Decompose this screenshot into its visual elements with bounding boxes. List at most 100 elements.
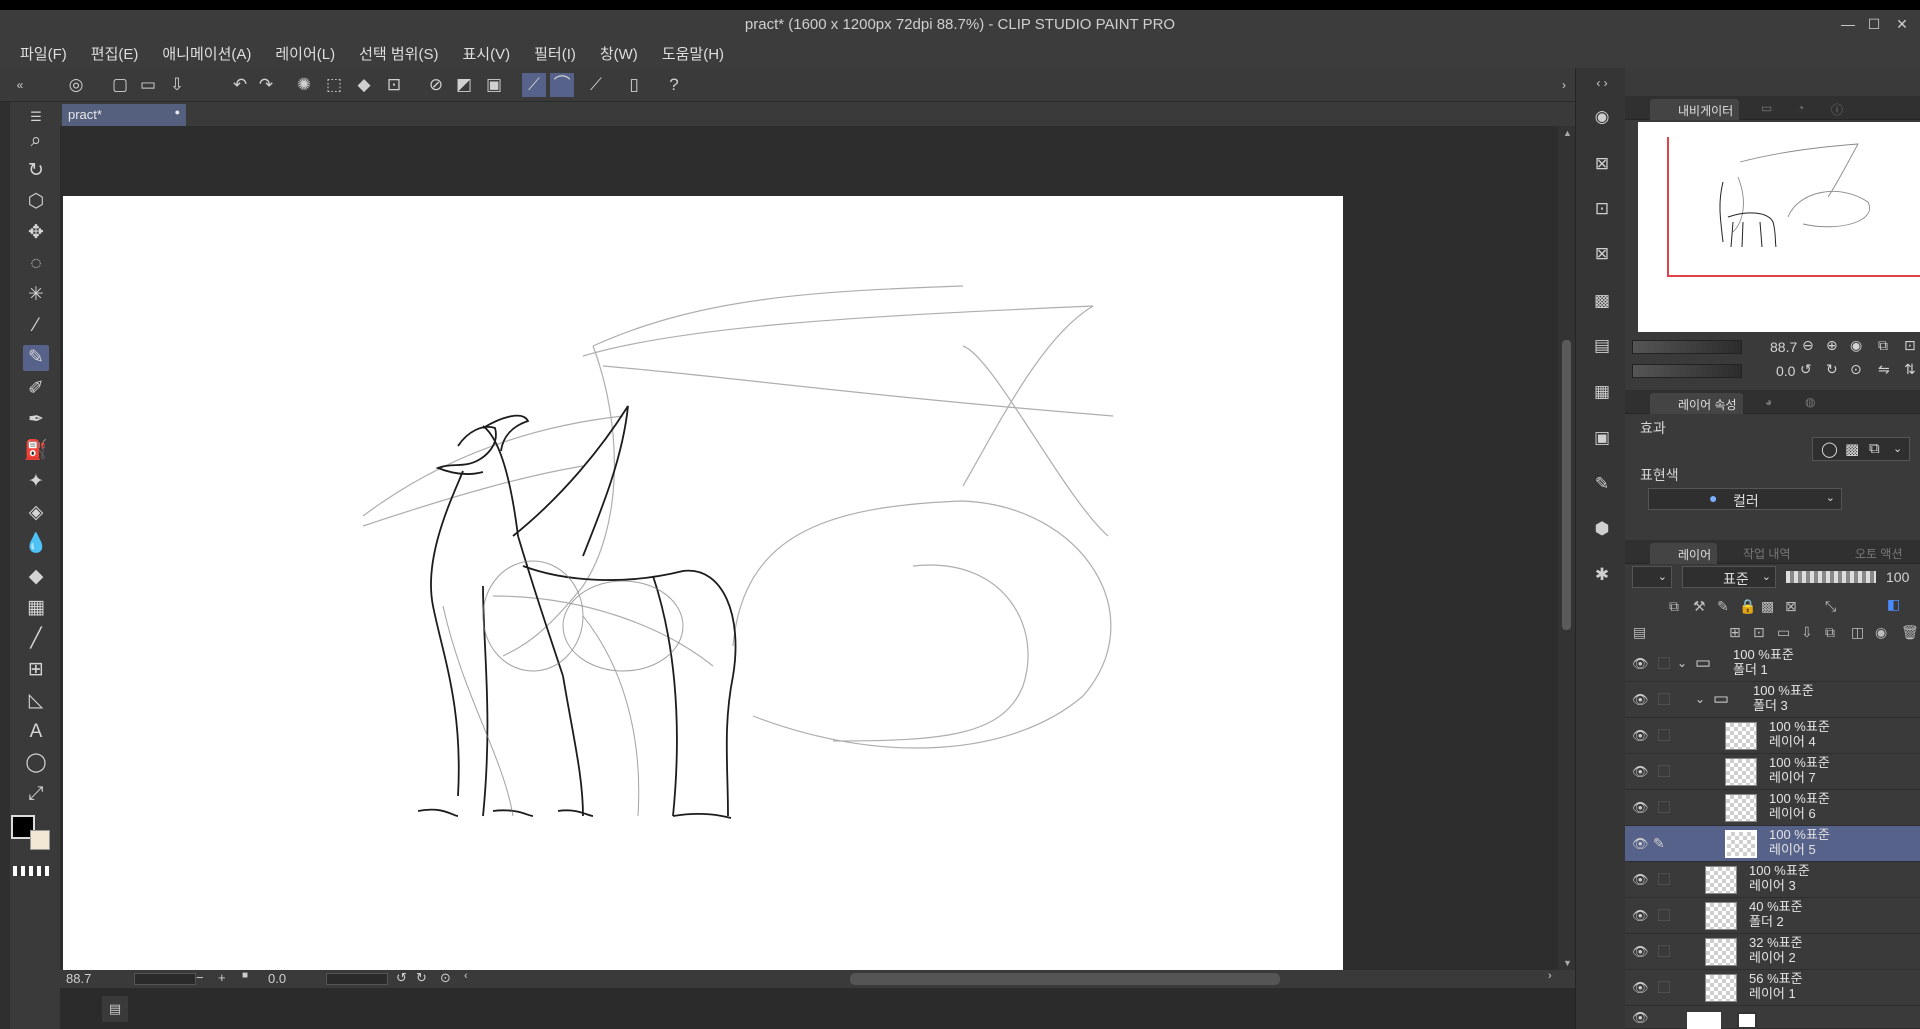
- eyedropper-icon[interactable]: ⁄: [23, 313, 49, 339]
- close-icon[interactable]: ✕: [1892, 14, 1912, 34]
- mask-icon[interactable]: ⊠: [1785, 598, 1797, 615]
- layer-row[interactable]: 👁 ⌄ ▭ 100 %표준 폴더 3: [1625, 682, 1920, 718]
- scroll-down-icon[interactable]: ▼: [1563, 958, 1572, 968]
- new-raster-layer-icon[interactable]: ⊞: [1729, 624, 1741, 641]
- vertical-scroll-thumb[interactable]: [1562, 340, 1571, 630]
- horizontal-scroll-thumb[interactable]: [850, 973, 1280, 985]
- zoom-value[interactable]: 88.7: [66, 971, 91, 986]
- page-icon[interactable]: ▤: [1589, 333, 1615, 359]
- redo-icon[interactable]: ↷: [254, 73, 278, 97]
- chevron-down-icon[interactable]: ⌄: [1695, 692, 1705, 706]
- minimize-icon[interactable]: —: [1838, 14, 1858, 34]
- blend-mode-dropdown[interactable]: 표준 ⌄: [1682, 566, 1776, 588]
- frame-icon[interactable]: ▣: [482, 73, 506, 97]
- lock-checkbox[interactable]: [1658, 945, 1670, 957]
- object-icon[interactable]: ⬡: [23, 189, 49, 215]
- eye-icon[interactable]: 👁: [1632, 692, 1649, 708]
- crop-icon[interactable]: ⊘: [424, 73, 448, 97]
- opacity-value[interactable]: 100: [1886, 569, 1909, 585]
- fill-icon[interactable]: ◆: [352, 73, 376, 97]
- snap-ruler-icon[interactable]: ⟋: [522, 73, 546, 97]
- lock-checkbox[interactable]: [1658, 873, 1670, 885]
- navigator-rotation-value[interactable]: 0.0: [1776, 363, 1795, 379]
- clip-below-icon[interactable]: ⧉: [1669, 598, 1679, 615]
- rotate-left-icon[interactable]: ↺: [396, 970, 407, 986]
- undo-icon[interactable]: ↶: [228, 73, 252, 97]
- edit-icon[interactable]: ✎: [1589, 471, 1615, 497]
- eye-icon[interactable]: 👁: [1632, 908, 1649, 924]
- figure-pose-icon[interactable]: ✱: [1589, 562, 1615, 588]
- layer-row[interactable]: 👁 100 %표준 레이어 4: [1625, 718, 1920, 754]
- rotate-view-icon[interactable]: ↻: [23, 158, 49, 184]
- pen-icon[interactable]: ✎: [23, 345, 49, 371]
- eye-icon[interactable]: 👁: [1632, 728, 1649, 744]
- create-mask-icon[interactable]: ◉: [1875, 624, 1887, 641]
- info-tab-icon[interactable]: ⓘ: [1831, 101, 1843, 118]
- sub-color-swatch[interactable]: [30, 830, 50, 850]
- lock-checkbox[interactable]: [1658, 693, 1670, 705]
- scroll-up-icon[interactable]: ▲: [1563, 128, 1572, 138]
- lock-checkbox[interactable]: [1658, 981, 1670, 993]
- nav-reset-rotation-icon[interactable]: ⊙: [1850, 361, 1862, 378]
- layer-tab[interactable]: 레이어: [1650, 543, 1718, 564]
- layer-row[interactable]: 👁 100 %표준 레이어 7: [1625, 754, 1920, 790]
- help-icon[interactable]: ?: [662, 73, 686, 97]
- nav-flip-v-icon[interactable]: ⇅: [1904, 361, 1916, 378]
- lock-checkbox[interactable]: [1658, 909, 1670, 921]
- brush-icon[interactable]: ✒: [23, 407, 49, 433]
- correct-line-icon[interactable]: ⤢: [23, 781, 49, 807]
- layer-row[interactable]: 👁 40 %표준 폴더 2: [1625, 898, 1920, 934]
- brush-size-tab-icon[interactable]: ◕: [1765, 395, 1772, 409]
- ruler-range-icon[interactable]: ⤡: [1825, 598, 1836, 615]
- menu-layer[interactable]: 레이어(L): [275, 43, 335, 64]
- menu-edit[interactable]: 편집(E): [91, 43, 139, 64]
- auto-action-tab[interactable]: 오토 액션: [1855, 545, 1903, 562]
- save-icon[interactable]: ⇩: [165, 73, 189, 97]
- fit-icon[interactable]: ■: [242, 970, 248, 981]
- fill-bucket-icon[interactable]: ◆: [23, 564, 49, 590]
- lock-checkbox[interactable]: [1658, 729, 1670, 741]
- clip-studio-icon[interactable]: ◎: [64, 73, 88, 97]
- delete-icon[interactable]: ⊠: [1589, 241, 1615, 267]
- move-layer-icon[interactable]: ✥: [23, 220, 49, 246]
- layer-row[interactable]: 👁 100 %표준 레이어 6: [1625, 790, 1920, 826]
- text-icon[interactable]: A: [23, 719, 49, 745]
- navigator-zoom-slider[interactable]: [1632, 340, 1742, 354]
- lasso-icon[interactable]: ◌: [23, 251, 49, 277]
- decoration-icon[interactable]: ✦: [23, 469, 49, 495]
- nav-fit-window-icon[interactable]: ⧉: [1878, 337, 1888, 354]
- zoom-in-icon[interactable]: +: [218, 970, 226, 985]
- navigator-view-frame[interactable]: [1667, 137, 1920, 277]
- eye-icon[interactable]: 👁: [1632, 1010, 1649, 1026]
- navigator-tab[interactable]: 내비게이터: [1650, 99, 1740, 120]
- nav-zoom-in-icon[interactable]: ⊕: [1826, 337, 1838, 354]
- tone-icon[interactable]: ▩: [1589, 288, 1615, 314]
- hscroll-right-icon[interactable]: ›: [1548, 970, 1552, 982]
- nav-zoom-out-icon[interactable]: ⊖: [1802, 337, 1814, 354]
- eye-icon[interactable]: 👁: [1632, 872, 1649, 888]
- menu-file[interactable]: 파일(F): [20, 43, 67, 64]
- nav-flip-h-icon[interactable]: ⇋: [1878, 361, 1890, 378]
- lock-transparency-icon[interactable]: ▩: [1761, 598, 1774, 615]
- menu-view[interactable]: 표시(V): [462, 43, 510, 64]
- eye-icon[interactable]: 👁: [1632, 980, 1649, 996]
- delete-layer-icon[interactable]: 🗑: [1901, 624, 1919, 641]
- transform-icon[interactable]: ⊡: [382, 73, 406, 97]
- new-file-icon[interactable]: ▢: [108, 73, 132, 97]
- transfer-down-icon[interactable]: ⇩: [1801, 624, 1813, 641]
- chevron-down-icon[interactable]: ⌄: [1677, 656, 1687, 670]
- combine-icon[interactable]: ⧉: [1825, 624, 1835, 641]
- transparent-color-swatch[interactable]: [13, 866, 49, 876]
- navigator-zoom-value[interactable]: 88.7: [1770, 339, 1797, 355]
- frame-border-icon[interactable]: ⊞: [23, 657, 49, 683]
- layer-color-dropdown[interactable]: ⌄: [1632, 566, 1672, 588]
- nav-rotate-left-icon[interactable]: ↺: [1800, 361, 1812, 378]
- 3d-icon[interactable]: ⬢: [1589, 516, 1615, 542]
- snap-grid-icon[interactable]: ⟋: [584, 73, 608, 97]
- airbrush-icon[interactable]: ⛽: [23, 438, 49, 464]
- open-file-icon[interactable]: ▭: [136, 73, 160, 97]
- menu-selection[interactable]: 선택 범위(S): [359, 43, 438, 64]
- cmdbar-collapse-icon[interactable]: ‹ ›: [1589, 70, 1615, 96]
- menu-animation[interactable]: 애니메이션(A): [162, 43, 251, 64]
- reset-rotation-icon[interactable]: ⊙: [440, 970, 451, 986]
